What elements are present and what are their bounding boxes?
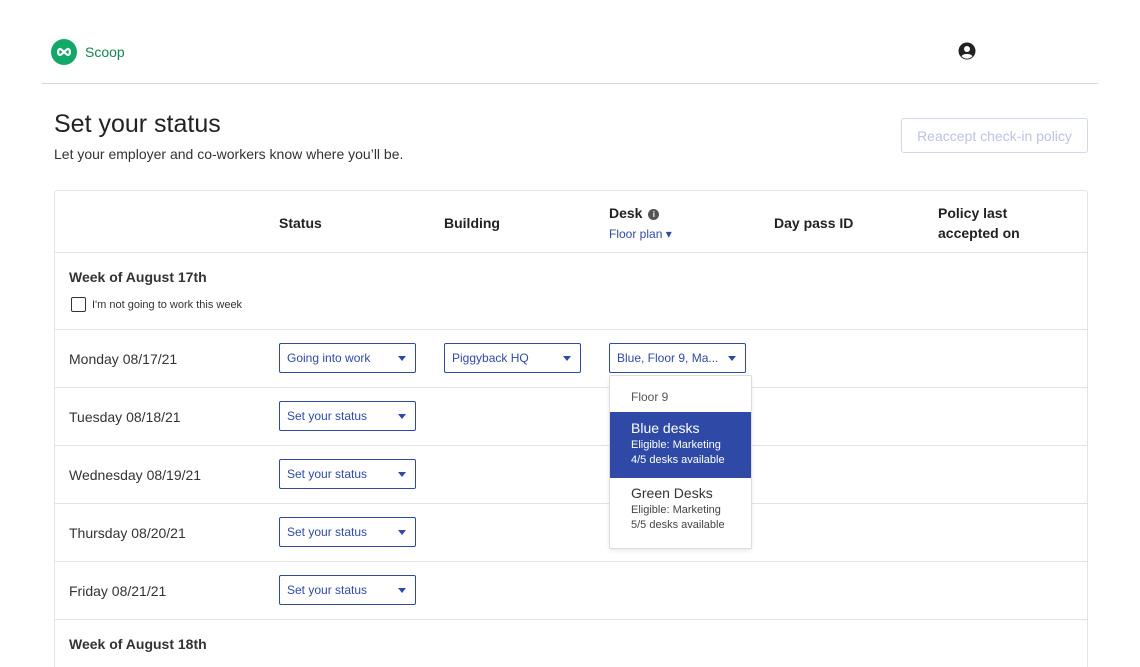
skip-week-checkbox[interactable] xyxy=(71,297,86,312)
caret-down-icon xyxy=(563,356,571,361)
top-bar xyxy=(42,0,1098,84)
schedule-table: Status Building Desk i Floor plan ▾ Day … xyxy=(54,190,1088,667)
table-row: Friday 08/21/21 Set your status xyxy=(55,562,1087,620)
column-desk: Desk i Floor plan ▾ xyxy=(609,205,672,241)
chevron-down-icon: ▾ xyxy=(665,227,672,241)
column-status: Status xyxy=(279,215,322,231)
desk-select-value: Blue, Floor 9, Ma... xyxy=(617,351,719,365)
app-name: Scoop xyxy=(85,44,125,60)
caret-down-icon xyxy=(398,472,406,477)
status-select-value: Set your status xyxy=(287,525,368,539)
status-select-value: Set your status xyxy=(287,583,368,597)
caret-down-icon xyxy=(398,414,406,419)
skip-week-checkbox-row[interactable]: I'm not going to work this week xyxy=(71,297,242,312)
building-select-value: Piggyback HQ xyxy=(452,351,529,365)
status-select-value: Set your status xyxy=(287,409,368,423)
desk-option-blue[interactable]: Blue desks Eligible: Marketing 4/5 desks… xyxy=(610,412,751,478)
caret-down-icon xyxy=(398,530,406,535)
caret-down-icon xyxy=(728,356,736,361)
week-title: Week of August 18th xyxy=(69,636,207,652)
week-row: Week of August 18th xyxy=(55,620,1087,667)
week-row: Week of August 17th I'm not going to wor… xyxy=(55,253,1087,330)
status-select[interactable]: Set your status xyxy=(279,517,416,547)
column-desk-label: Desk xyxy=(609,205,643,221)
day-label: Friday 08/21/21 xyxy=(69,583,167,599)
status-select-value: Going into work xyxy=(287,351,371,365)
status-select[interactable]: Set your status xyxy=(279,575,416,605)
status-select-value: Set your status xyxy=(287,467,368,481)
day-label: Monday 08/17/21 xyxy=(69,351,178,367)
info-icon[interactable]: i xyxy=(648,209,660,220)
page-title: Set your status xyxy=(54,110,221,138)
table-header: Status Building Desk i Floor plan ▾ Day … xyxy=(55,191,1087,253)
status-select[interactable]: Set your status xyxy=(279,459,416,489)
week-title: Week of August 17th xyxy=(69,269,207,285)
skip-week-label: I'm not going to work this week xyxy=(92,298,243,311)
caret-down-icon xyxy=(398,356,406,361)
user-circle-icon[interactable] xyxy=(958,42,976,60)
column-policy-accepted: Policy last accepted on xyxy=(938,203,1020,243)
table-row: Thursday 08/20/21 Set your status xyxy=(55,504,1087,562)
desk-option-eligible: Eligible: Marketing xyxy=(631,504,721,516)
page-subtitle: Let your employer and co-workers know wh… xyxy=(54,146,404,162)
table-row: Tuesday 08/18/21 Set your status xyxy=(55,388,1087,446)
building-select[interactable]: Piggyback HQ xyxy=(444,343,581,373)
desk-option-eligible: Eligible: Marketing xyxy=(631,439,721,451)
floor-plan-label: Floor plan xyxy=(609,227,663,241)
day-label: Wednesday 08/19/21 xyxy=(69,467,202,483)
desk-select[interactable]: Blue, Floor 9, Ma... xyxy=(609,343,746,373)
caret-down-icon xyxy=(398,588,406,593)
desk-option-availability: 5/5 desks available xyxy=(631,519,725,531)
desk-option-name: Green Desks xyxy=(631,485,713,501)
desk-option-name: Blue desks xyxy=(631,420,700,436)
desk-dropdown-menu: Floor 9 Blue desks Eligible: Marketing 4… xyxy=(609,375,752,549)
column-day-pass-id: Day pass ID xyxy=(774,215,854,231)
reaccept-policy-button[interactable]: Reaccept check-in policy xyxy=(901,118,1088,153)
day-label: Thursday 08/20/21 xyxy=(69,525,186,541)
desk-option-green[interactable]: Green Desks Eligible: Marketing 5/5 desk… xyxy=(610,478,751,544)
column-building: Building xyxy=(444,215,500,231)
desk-option-availability: 4/5 desks available xyxy=(631,454,725,466)
app-logo[interactable]: Scoop xyxy=(51,39,125,65)
column-policy-line1: Policy last xyxy=(938,205,1008,221)
table-row: Wednesday 08/19/21 Set your status xyxy=(55,446,1087,504)
dropdown-group-label: Floor 9 xyxy=(631,390,669,404)
day-label: Tuesday 08/18/21 xyxy=(69,409,181,425)
floor-plan-link[interactable]: Floor plan ▾ xyxy=(609,227,672,241)
status-select[interactable]: Set your status xyxy=(279,401,416,431)
status-select[interactable]: Going into work xyxy=(279,343,416,373)
table-row: Monday 08/17/21 Going into work Piggybac… xyxy=(55,330,1087,388)
column-policy-line2: accepted on xyxy=(938,225,1020,241)
scoop-logo-icon xyxy=(51,39,77,65)
